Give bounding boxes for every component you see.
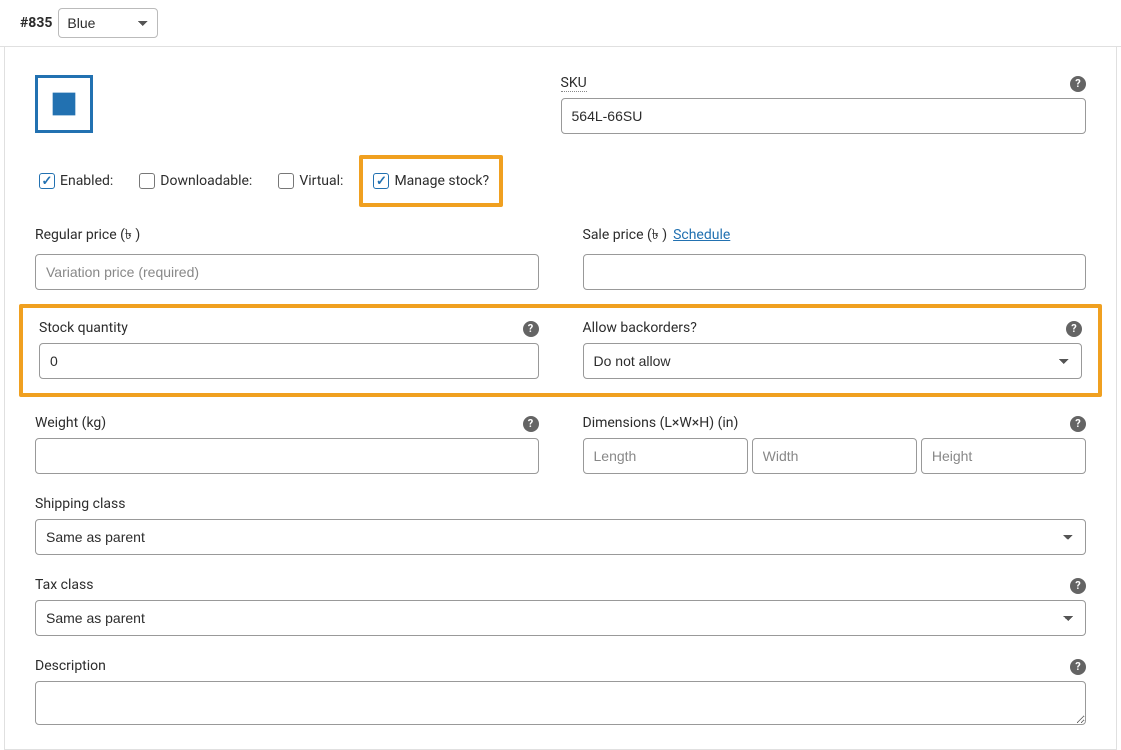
manage-stock-checkbox-wrap[interactable]: Manage stock? xyxy=(373,173,489,189)
dimensions-inputs xyxy=(583,438,1087,474)
height-input[interactable] xyxy=(921,438,1086,474)
sale-price-label: Sale price (৳ ) xyxy=(583,223,668,248)
shipping-class-label: Shipping class xyxy=(35,496,125,513)
stock-quantity-input[interactable] xyxy=(39,343,539,379)
sale-price-input[interactable] xyxy=(583,254,1087,290)
help-icon[interactable]: ? xyxy=(1066,321,1082,337)
help-icon[interactable]: ? xyxy=(1070,416,1086,432)
variation-panel: Enabled: Downloadable: Virtual: Manage s… xyxy=(4,47,1117,750)
help-icon[interactable]: ? xyxy=(1070,659,1086,675)
help-icon[interactable]: ? xyxy=(1070,578,1086,594)
allow-backorders-select[interactable]: Do not allow xyxy=(583,343,1083,379)
enabled-checkbox[interactable] xyxy=(39,173,55,189)
sku-input[interactable] xyxy=(561,98,1087,134)
help-icon[interactable]: ? xyxy=(523,416,539,432)
weight-input[interactable] xyxy=(35,438,539,474)
length-input[interactable] xyxy=(583,438,748,474)
variation-image-placeholder[interactable] xyxy=(35,75,93,133)
shipping-class-select[interactable]: Same as parent xyxy=(35,519,1086,555)
tax-class-select[interactable]: Same as parent xyxy=(35,600,1086,636)
virtual-checkbox[interactable] xyxy=(278,173,294,189)
attribute-select[interactable]: Blue xyxy=(58,8,158,38)
stock-quantity-label: Stock quantity xyxy=(39,320,128,337)
sale-price-label-wrap: Sale price (৳ ) Schedule xyxy=(583,223,731,248)
description-label: Description xyxy=(35,658,106,675)
manage-stock-label: Manage stock? xyxy=(394,173,489,189)
downloadable-checkbox[interactable] xyxy=(139,173,155,189)
checkbox-row: Enabled: Downloadable: Virtual: Manage s… xyxy=(35,163,561,201)
enabled-label: Enabled: xyxy=(60,173,113,189)
downloadable-label: Downloadable: xyxy=(160,173,252,189)
stock-section-highlight: Stock quantity ? Allow backorders? ? Do … xyxy=(19,304,1102,397)
dimensions-label: Dimensions (L×W×H) (in) xyxy=(583,415,739,432)
image-icon xyxy=(47,87,81,121)
regular-price-label: Regular price (৳ ) xyxy=(35,223,140,248)
virtual-label: Virtual: xyxy=(299,173,343,189)
regular-price-input[interactable] xyxy=(35,254,539,290)
description-textarea[interactable] xyxy=(35,681,1086,725)
help-icon[interactable]: ? xyxy=(523,321,539,337)
variation-header: #835 Blue xyxy=(0,8,1121,47)
virtual-checkbox-wrap[interactable]: Virtual: xyxy=(278,173,343,189)
variation-id: #835 xyxy=(20,15,52,31)
sku-label: SKU xyxy=(561,75,587,92)
manage-stock-checkbox[interactable] xyxy=(373,173,389,189)
width-input[interactable] xyxy=(752,438,917,474)
manage-stock-highlight: Manage stock? xyxy=(359,155,503,207)
schedule-link[interactable]: Schedule xyxy=(673,227,730,243)
enabled-checkbox-wrap[interactable]: Enabled: xyxy=(39,173,113,189)
help-icon[interactable]: ? xyxy=(1070,76,1086,92)
downloadable-checkbox-wrap[interactable]: Downloadable: xyxy=(139,173,252,189)
tax-class-label: Tax class xyxy=(35,577,93,594)
allow-backorders-label: Allow backorders? xyxy=(583,320,697,337)
weight-label: Weight (kg) xyxy=(35,415,106,432)
